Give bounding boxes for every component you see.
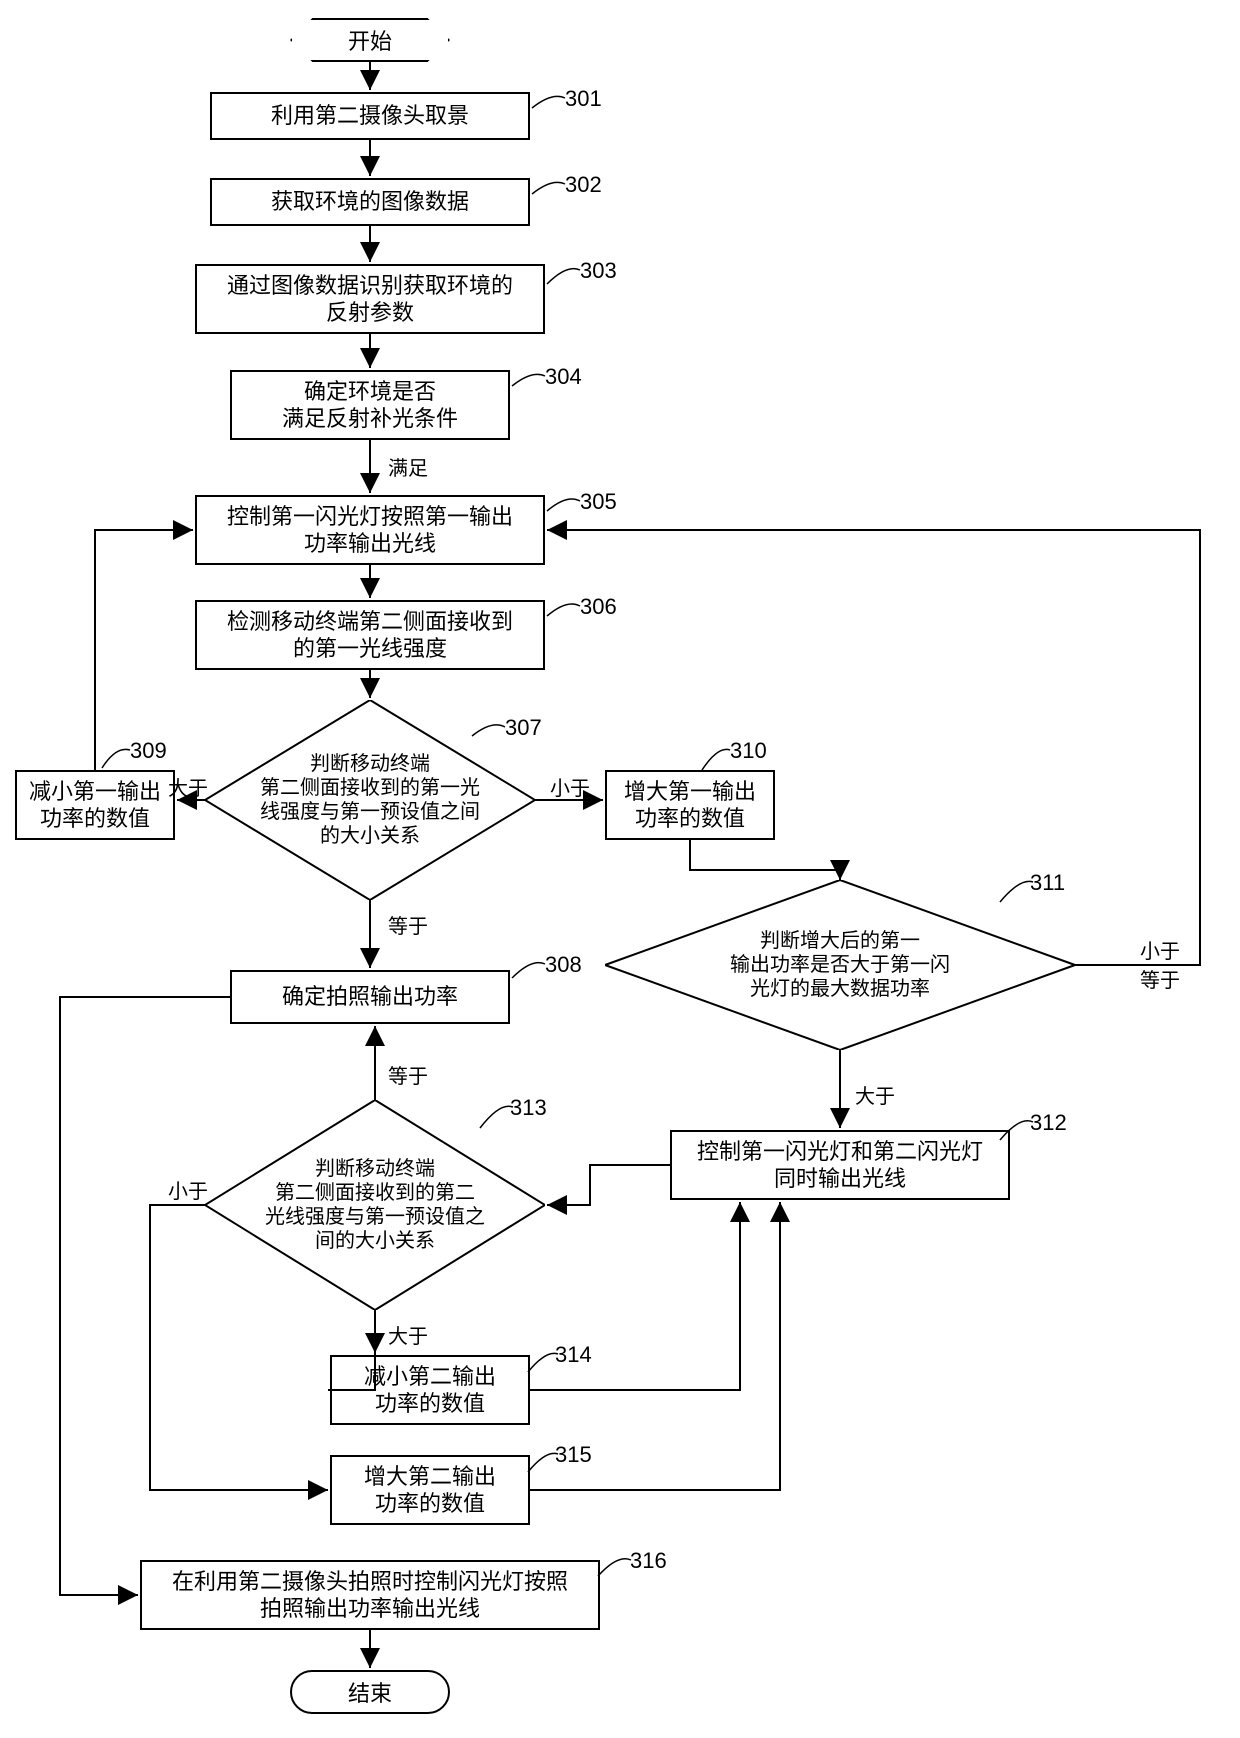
step-304: 确定环境是否满足反射补光条件 xyxy=(230,370,510,440)
num-303: 303 xyxy=(580,258,617,284)
num-306: 306 xyxy=(580,594,617,620)
decision-307-text: 判断移动终端第二侧面接收到的第一光线强度与第一预设值之间的大小关系 xyxy=(260,752,480,848)
step-302-text: 获取环境的图像数据 xyxy=(271,188,469,216)
step-310-text: 增大第一输出功率的数值 xyxy=(624,778,756,833)
step-308-text: 确定拍照输出功率 xyxy=(282,983,458,1011)
decision-313: 判断移动终端第二侧面接收到的第二光线强度与第一预设值之间的大小关系 xyxy=(205,1100,545,1310)
step-312-text: 控制第一闪光灯和第二闪光灯同时输出光线 xyxy=(697,1138,983,1193)
num-313: 313 xyxy=(510,1095,547,1121)
step-301: 利用第二摄像头取景 xyxy=(210,92,530,140)
num-314: 314 xyxy=(555,1342,592,1368)
step-303-text: 通过图像数据识别获取环境的反射参数 xyxy=(227,272,513,327)
edge-307-lt: 小于 xyxy=(550,772,590,801)
num-309: 309 xyxy=(130,738,167,764)
step-304-text: 确定环境是否满足反射补光条件 xyxy=(282,378,458,433)
flow-lines xyxy=(0,0,1240,1738)
step-308: 确定拍照输出功率 xyxy=(230,970,510,1024)
num-312: 312 xyxy=(1030,1110,1067,1136)
num-304: 304 xyxy=(545,364,582,390)
num-305: 305 xyxy=(580,489,617,515)
end-label: 结束 xyxy=(348,1676,392,1708)
edge-307-gt: 大于 xyxy=(168,772,208,801)
num-301: 301 xyxy=(565,86,602,112)
num-308: 308 xyxy=(545,952,582,978)
end-terminator: 结束 xyxy=(290,1670,450,1714)
edge-307-eq: 等于 xyxy=(388,910,428,939)
step-305-text: 控制第一闪光灯按照第一输出功率输出光线 xyxy=(227,503,513,558)
step-314-text: 减小第二输出功率的数值 xyxy=(364,1363,496,1418)
step-316-text: 在利用第二摄像头拍照时控制闪光灯按照拍照输出功率输出光线 xyxy=(172,1568,568,1623)
step-302: 获取环境的图像数据 xyxy=(210,178,530,226)
decision-311: 判断增大后的第一输出功率是否大于第一闪光灯的最大数据功率 xyxy=(605,880,1075,1050)
decision-313-text: 判断移动终端第二侧面接收到的第二光线强度与第一预设值之间的大小关系 xyxy=(265,1157,485,1253)
start-terminator: 开始 xyxy=(290,18,450,62)
num-307: 307 xyxy=(505,715,542,741)
num-311: 311 xyxy=(1030,870,1065,896)
step-303: 通过图像数据识别获取环境的反射参数 xyxy=(195,264,545,334)
leader-lines xyxy=(0,0,1240,1738)
flowchart-canvas: 开始 结束 利用第二摄像头取景 301 获取环境的图像数据 302 通过图像数据… xyxy=(0,0,1240,1738)
step-306: 检测移动终端第二侧面接收到的第一光线强度 xyxy=(195,600,545,670)
step-316: 在利用第二摄像头拍照时控制闪光灯按照拍照输出功率输出光线 xyxy=(140,1560,600,1630)
num-302: 302 xyxy=(565,172,602,198)
edge-313-gt: 大于 xyxy=(388,1320,428,1349)
step-305: 控制第一闪光灯按照第一输出功率输出光线 xyxy=(195,495,545,565)
edge-satisfy: 满足 xyxy=(388,452,428,481)
edge-313-lt: 小于 xyxy=(168,1175,208,1204)
step-309-text: 减小第一输出功率的数值 xyxy=(29,778,161,833)
step-309: 减小第一输出功率的数值 xyxy=(15,770,175,840)
edge-311-gt: 大于 xyxy=(855,1080,895,1109)
num-310: 310 xyxy=(730,738,767,764)
step-310: 增大第一输出功率的数值 xyxy=(605,770,775,840)
start-label: 开始 xyxy=(348,24,392,56)
num-316: 316 xyxy=(630,1548,667,1574)
decision-311-text: 判断增大后的第一输出功率是否大于第一闪光灯的最大数据功率 xyxy=(730,929,950,1001)
step-306-text: 检测移动终端第二侧面接收到的第一光线强度 xyxy=(227,608,513,663)
step-301-text: 利用第二摄像头取景 xyxy=(271,102,469,130)
step-312: 控制第一闪光灯和第二闪光灯同时输出光线 xyxy=(670,1130,1010,1200)
step-314: 减小第二输出功率的数值 xyxy=(330,1355,530,1425)
step-315-text: 增大第二输出功率的数值 xyxy=(364,1463,496,1518)
edge-313-eq: 等于 xyxy=(388,1060,428,1089)
edge-311-lte: 小于等于 xyxy=(1140,935,1180,993)
num-315: 315 xyxy=(555,1442,592,1468)
step-315: 增大第二输出功率的数值 xyxy=(330,1455,530,1525)
decision-307: 判断移动终端第二侧面接收到的第一光线强度与第一预设值之间的大小关系 xyxy=(205,700,535,900)
